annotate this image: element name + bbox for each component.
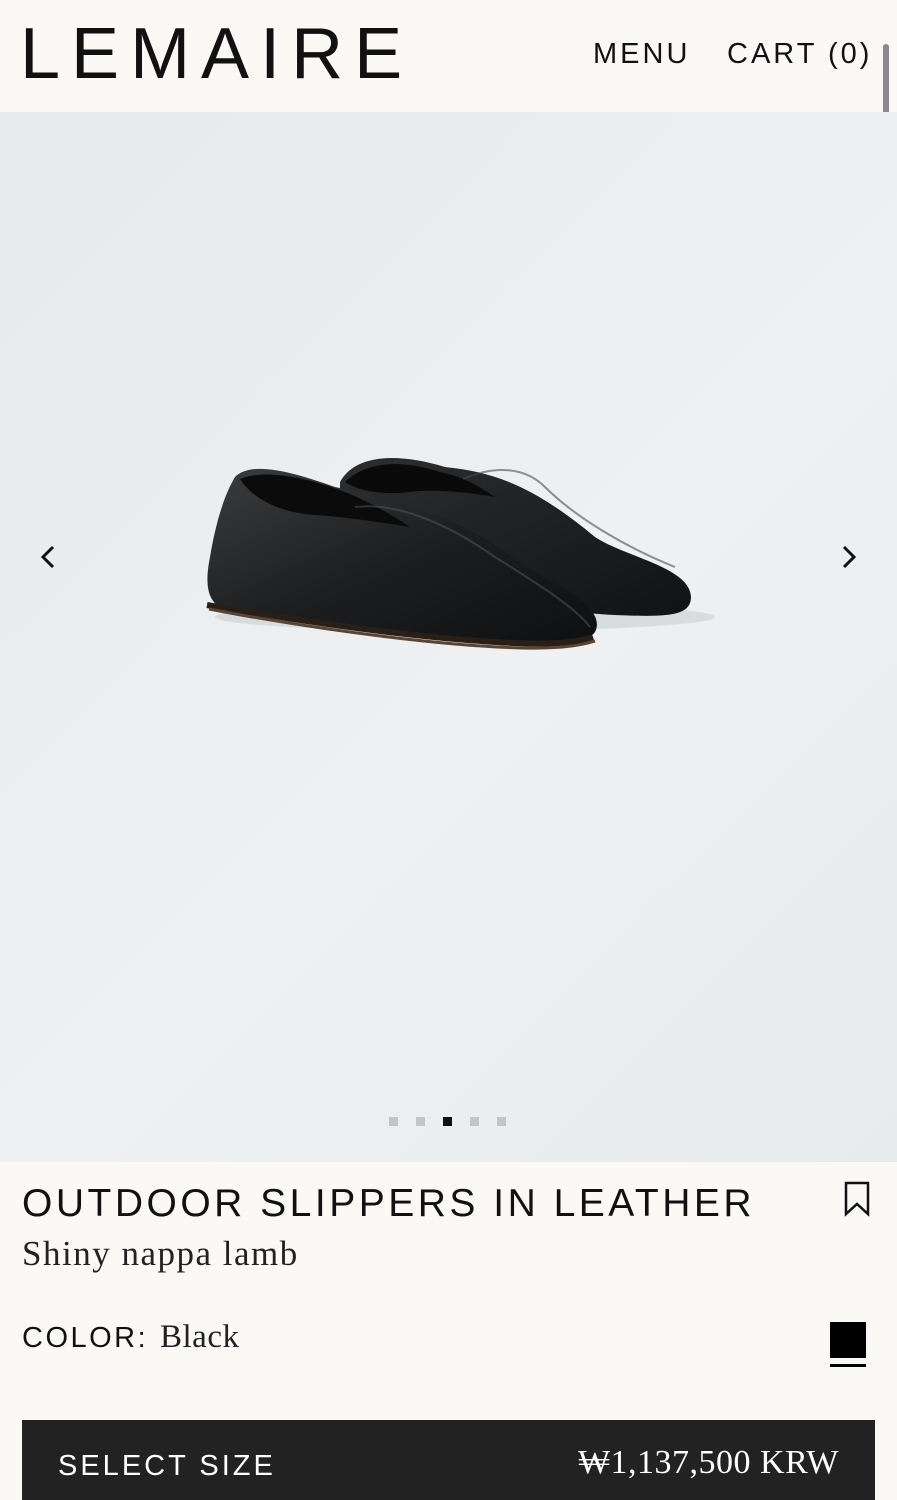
chevron-left-icon[interactable] bbox=[34, 542, 64, 572]
color-swatch-black[interactable] bbox=[830, 1322, 866, 1358]
gallery-pagination bbox=[389, 1117, 509, 1127]
select-size-label: SELECT SIZE bbox=[58, 1450, 276, 1482]
bookmark-icon[interactable] bbox=[842, 1180, 872, 1218]
product-image bbox=[206, 458, 715, 650]
color-label: COLOR: bbox=[22, 1322, 149, 1354]
site-header: LEMAIRE MENU CART (0) bbox=[0, 0, 897, 112]
select-size-button[interactable]: SELECT SIZE ₩1,137,500 KRW bbox=[22, 1420, 875, 1500]
brand-logo[interactable]: LEMAIRE bbox=[20, 14, 413, 94]
product-material: Shiny nappa lamb bbox=[22, 1234, 299, 1273]
menu-button[interactable]: MENU bbox=[593, 38, 690, 71]
pagination-dot[interactable] bbox=[389, 1117, 398, 1126]
product-title: OUTDOOR SLIPPERS IN LEATHER bbox=[22, 1182, 756, 1225]
pagination-dot[interactable] bbox=[497, 1117, 506, 1126]
product-gallery bbox=[0, 112, 897, 1162]
pagination-dot[interactable] bbox=[416, 1117, 425, 1126]
color-value: Black bbox=[160, 1319, 240, 1355]
pagination-dot[interactable] bbox=[470, 1117, 479, 1126]
swatch-selected-indicator bbox=[830, 1364, 866, 1367]
chevron-right-icon[interactable] bbox=[833, 542, 863, 572]
pagination-dot-active[interactable] bbox=[443, 1117, 452, 1126]
cart-button[interactable]: CART (0) bbox=[727, 38, 872, 71]
product-price: ₩1,137,500 KRW bbox=[577, 1444, 839, 1481]
